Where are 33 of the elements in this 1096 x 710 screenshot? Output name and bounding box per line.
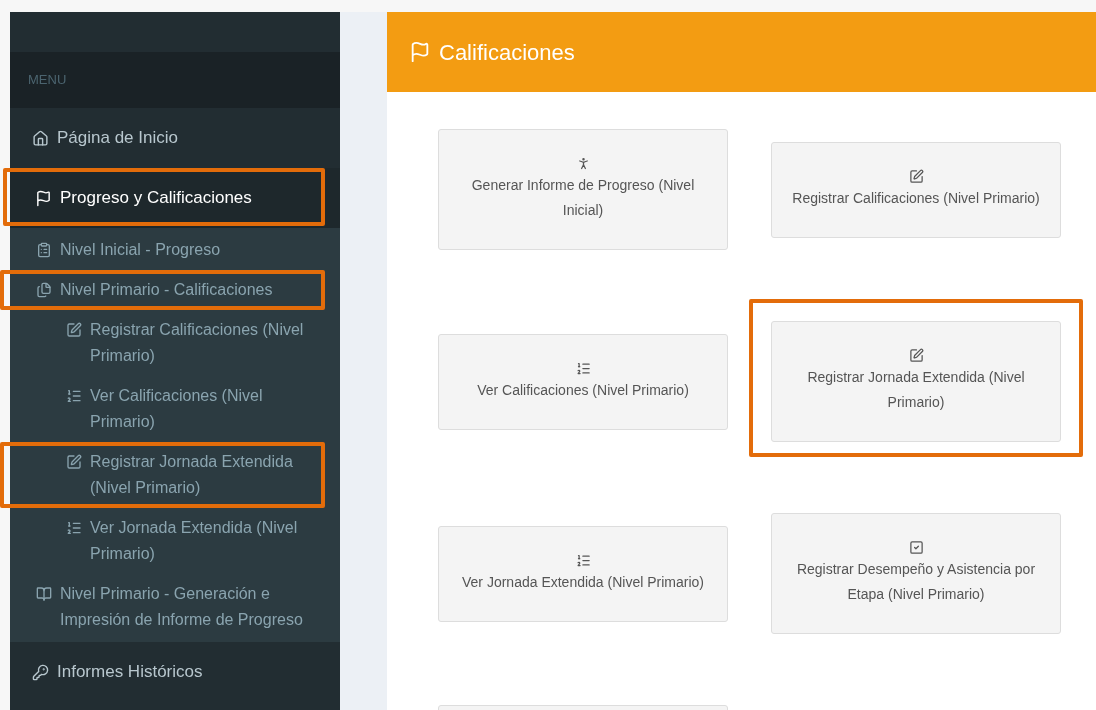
action-card[interactable]: Ver Jornada Extendida (Nivel Primario) xyxy=(438,525,728,622)
list-icon xyxy=(575,360,591,376)
menu-header: MENU xyxy=(28,71,67,90)
action-card[interactable]: Registrar Jornada Extendida (Nivel Primario) xyxy=(771,321,1061,442)
flag-icon xyxy=(409,41,431,63)
files-icon xyxy=(36,282,52,298)
submenu-item[interactable]: Registrar Calificaciones (Nivel Primario) xyxy=(66,317,328,369)
edit-icon xyxy=(908,348,924,363)
checkbox-icon xyxy=(908,540,924,555)
submenu-item[interactable]: Nivel Primario - Generación e Impresión de Informe de Progreso xyxy=(36,581,328,633)
home-icon xyxy=(32,129,49,147)
submenu-item[interactable]: Registrar Jornada Extendida (Nivel Primario) xyxy=(66,449,328,501)
panel-title: Calificaciones xyxy=(439,38,575,67)
action-card[interactable]: Ver Calificaciones (Nivel Primario) xyxy=(438,333,728,430)
menu-item[interactable]: Página de Inicio xyxy=(32,125,178,151)
action-card[interactable]: Registrar Calificaciones (Nivel Primario) xyxy=(771,141,1061,238)
key-icon xyxy=(32,663,49,681)
submenu-item[interactable]: Ver Calificaciones (Nivel Primario) xyxy=(66,383,328,435)
submenu-item[interactable]: Ver Jornada Extendida (Nivel Primario) xyxy=(66,515,328,567)
form-icon xyxy=(36,242,52,258)
action-card[interactable]: Generar Informe de Progreso (Nivel Inicial) xyxy=(438,129,728,250)
flag-icon xyxy=(35,189,52,207)
submenu-item[interactable]: Nivel Inicial - Progreso xyxy=(36,237,221,263)
edit-icon xyxy=(66,454,82,470)
menu-item[interactable]: Informes Históricos xyxy=(32,659,203,685)
submenu-item[interactable]: Nivel Primario - Calificaciones xyxy=(36,277,273,303)
book-icon xyxy=(36,586,52,602)
edit-icon xyxy=(66,322,82,338)
edit-icon xyxy=(908,168,924,184)
action-card[interactable]: Registrar Desempeño y Asistencia por Etapa (Nivel Primario) xyxy=(771,513,1061,634)
list-icon xyxy=(66,520,82,536)
list-icon xyxy=(575,552,591,568)
list-icon xyxy=(66,388,82,404)
